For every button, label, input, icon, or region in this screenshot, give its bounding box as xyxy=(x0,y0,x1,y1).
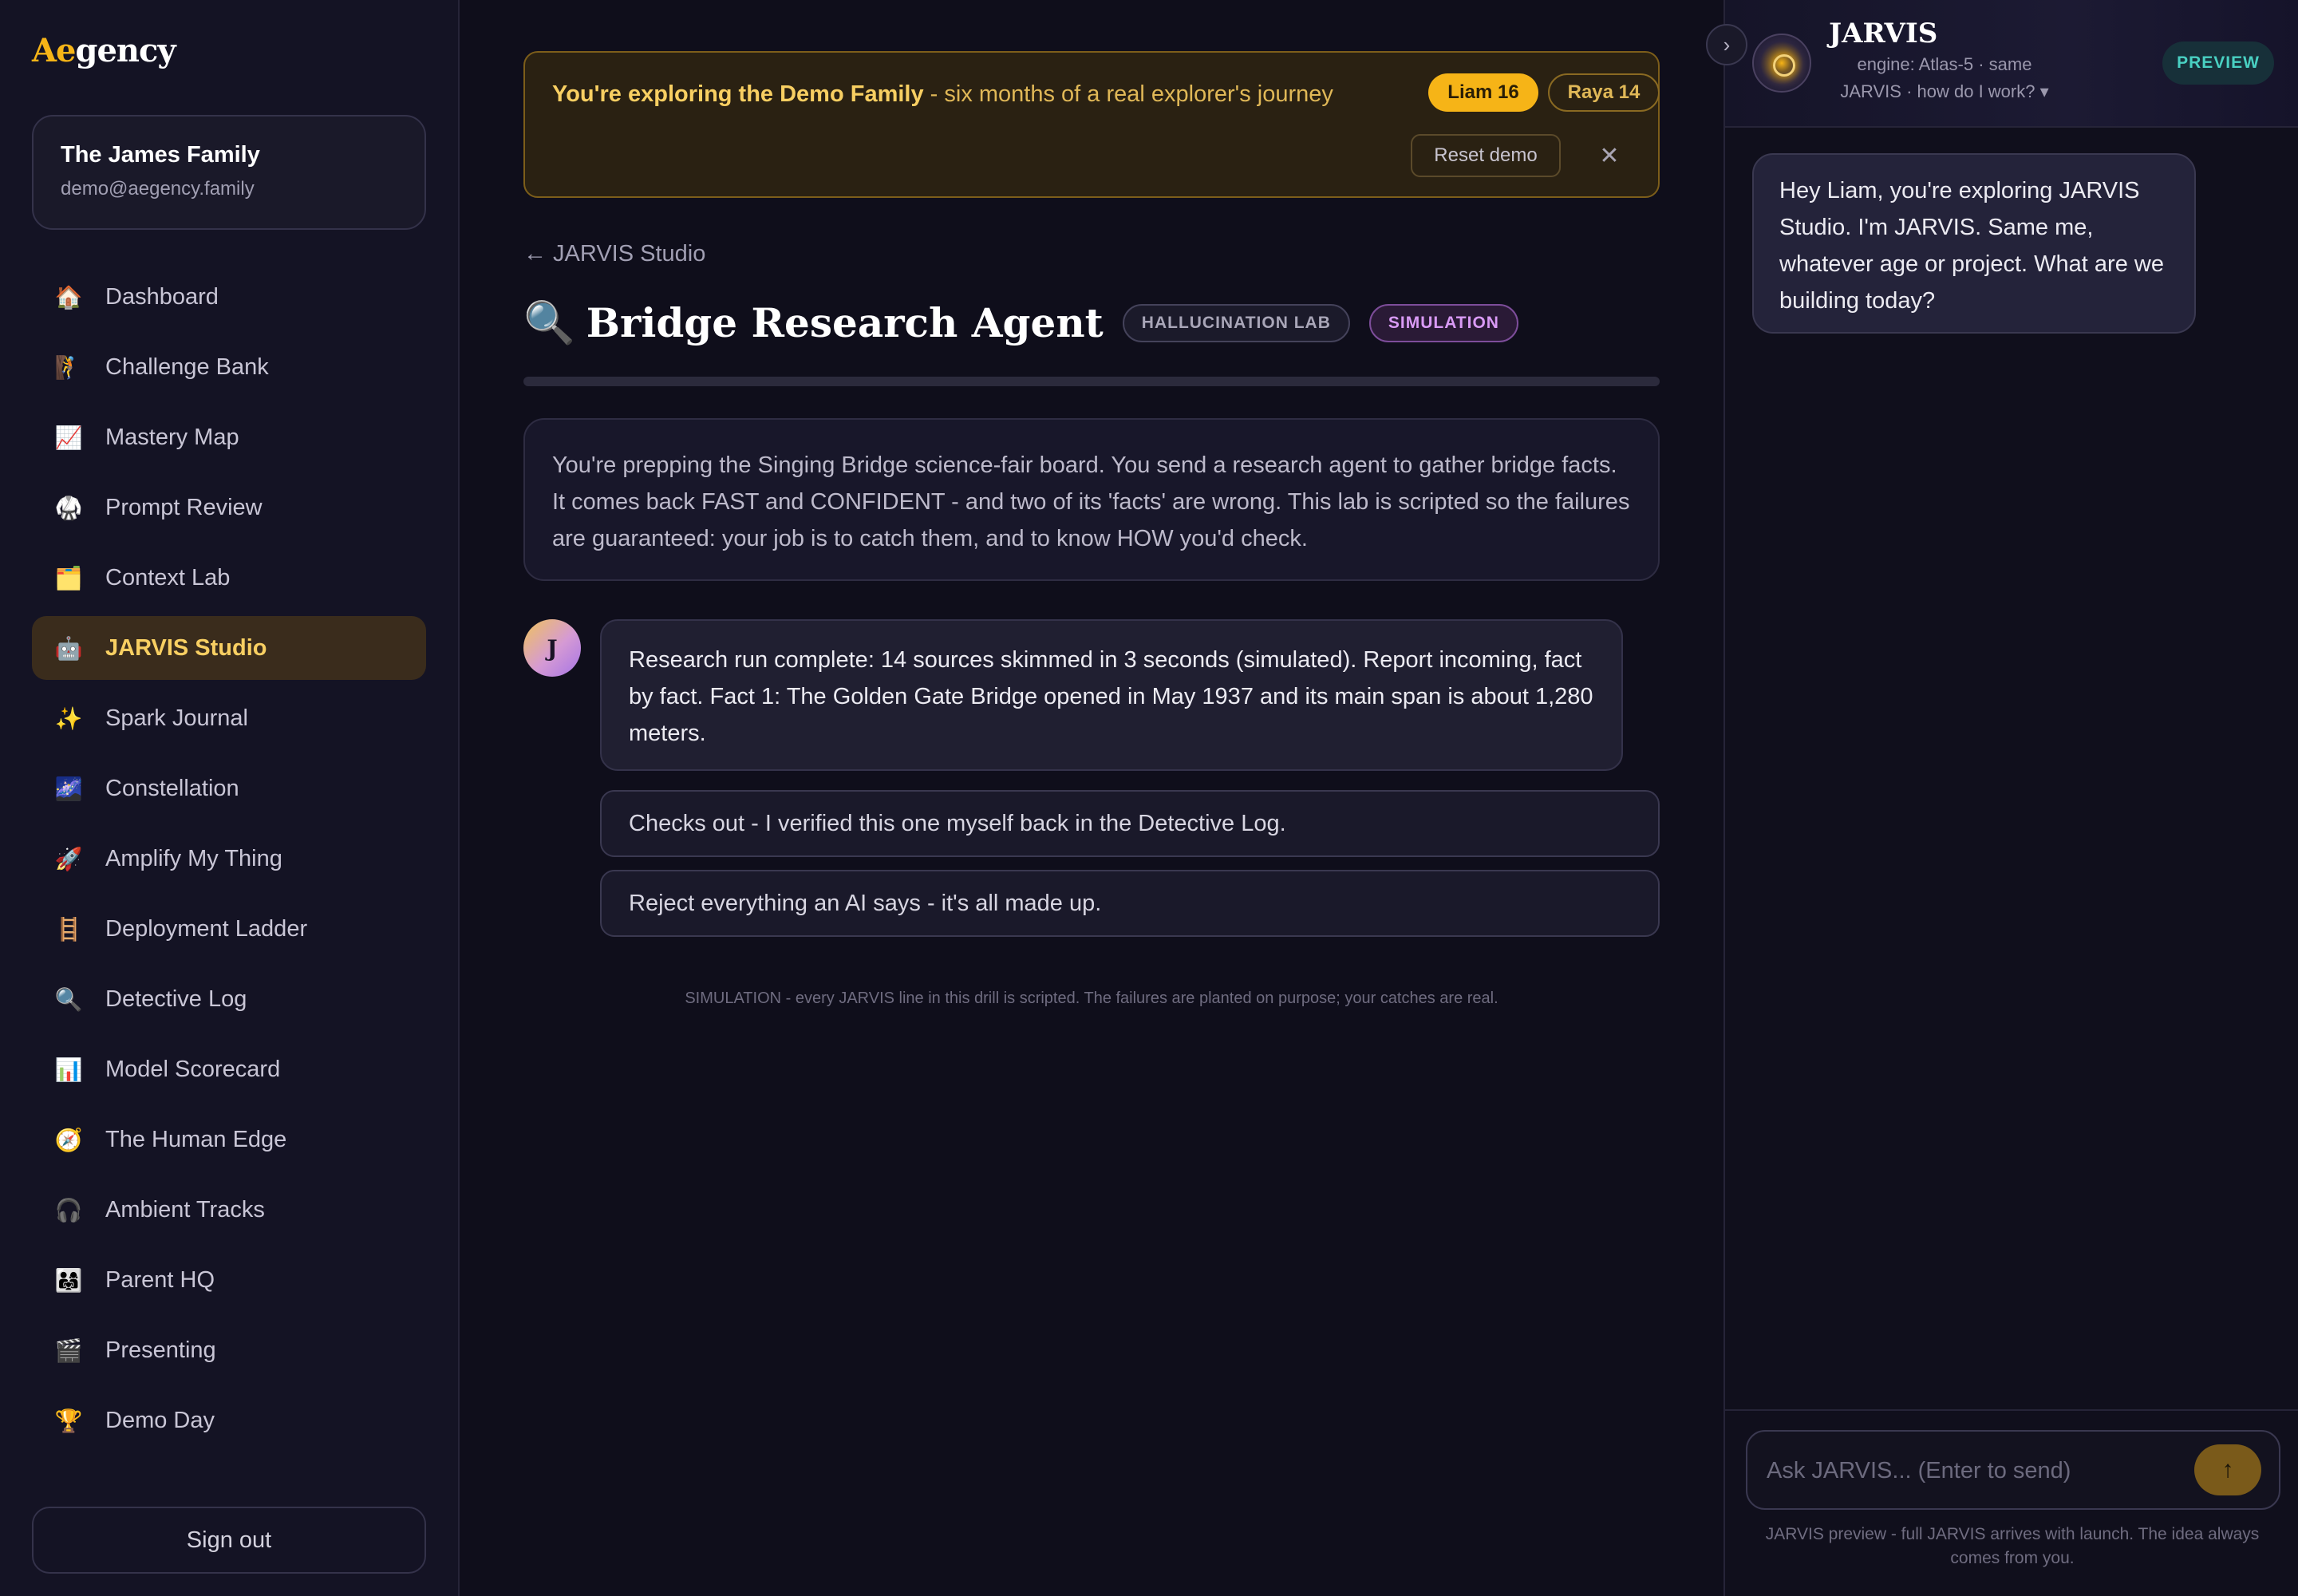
lab-progress-bar xyxy=(523,377,1660,386)
robot-icon: 🤖 xyxy=(54,635,83,661)
ask-jarvis-input[interactable] xyxy=(1767,1451,2182,1491)
sidebar-item-label: Model Scorecard xyxy=(105,1056,281,1082)
headphones-icon: 🎧 xyxy=(54,1197,83,1223)
hallucination-lab-badge: HALLUCINATION LAB xyxy=(1122,303,1350,342)
page-title: Bridge Research Agent xyxy=(586,299,1104,346)
kid-switch-raya[interactable]: Raya 14 xyxy=(1548,73,1660,112)
account-card[interactable]: The James Family demo@aegency.family xyxy=(32,115,426,230)
rocket-icon: 🚀 xyxy=(54,846,83,871)
sidebar-item-label: JARVIS Studio xyxy=(105,634,267,661)
sidebar-item-label: Spark Journal xyxy=(105,705,248,731)
sidebar-item-presenting[interactable]: 🎬 Presenting xyxy=(32,1318,426,1382)
trophy-icon: 🏆 xyxy=(54,1408,83,1433)
demo-banner-rest: - six months of a real explorer's journe… xyxy=(923,81,1333,107)
close-icon[interactable]: ✕ xyxy=(1589,136,1629,176)
choice-accept[interactable]: Checks out - I verified this one myself … xyxy=(600,790,1660,857)
main-content: You're exploring the Demo Family - six m… xyxy=(461,0,1724,1596)
sidebar-item-label: Constellation xyxy=(105,775,239,801)
intro-card: You're prepping the Singing Bridge scien… xyxy=(523,418,1660,581)
sidebar-item-label: Challenge Bank xyxy=(105,354,269,380)
sidebar-item-mastery-map[interactable]: 📈 Mastery Map xyxy=(32,405,426,469)
sidebar-item-label: Mastery Map xyxy=(105,424,239,450)
sidebar-item-constellation[interactable]: 🌌 Constellation xyxy=(32,757,426,820)
sidebar-nav: 🏠 Dashboard 🧗 Challenge Bank 📈 Mastery Map 🥋 Pr… xyxy=(32,265,426,1459)
engine-info-toggle[interactable]: engine: Atlas-5 · same JARVIS · how do I… xyxy=(1829,51,2060,105)
sidebar-item-prompt-review[interactable]: 🥋 Prompt Review xyxy=(32,476,426,539)
account-email: demo@aegency.family xyxy=(61,178,255,200)
sidebar: Aegency The James Family demo@aegency.fa… xyxy=(0,0,460,1596)
family-name: The James Family xyxy=(61,142,260,168)
sidebar-item-label: Deployment Ladder xyxy=(105,915,308,942)
simulation-footnote: SIMULATION - every JARVIS line in this d… xyxy=(685,990,1498,1007)
sidebar-item-model-scorecard[interactable]: 📊 Model Scorecard xyxy=(32,1037,426,1101)
sidebar-item-label: Prompt Review xyxy=(105,494,263,520)
family-icon: 👨‍👩‍👧 xyxy=(54,1267,83,1293)
sign-out-button[interactable]: Sign out xyxy=(32,1507,426,1574)
sidebar-item-parent-hq[interactable]: 👨‍👩‍👧 Parent HQ xyxy=(32,1248,426,1312)
simulation-badge: SIMULATION xyxy=(1368,303,1518,342)
demo-banner: You're exploring the Demo Family - six m… xyxy=(523,51,1660,198)
card-index-dividers-icon: 🗂️ xyxy=(54,565,83,591)
sidebar-item-demo-day[interactable]: 🏆 Demo Day xyxy=(32,1389,426,1452)
sidebar-item-the-human-edge[interactable]: 🧭 The Human Edge xyxy=(32,1108,426,1171)
milky-way-icon: 🌌 xyxy=(54,776,83,801)
jarvis-message: Research run complete: 14 sources skimme… xyxy=(600,619,1623,771)
jarvis-footer-note: JARVIS preview - full JARVIS arrives wit… xyxy=(1765,1525,2260,1567)
sidebar-item-deployment-ladder[interactable]: 🪜 Deployment Ladder xyxy=(32,897,426,961)
sidebar-item-label: Demo Day xyxy=(105,1407,215,1433)
bar-chart-icon: 📊 xyxy=(54,1057,83,1082)
app-logo[interactable]: Aegency xyxy=(32,32,176,69)
sidebar-item-label: The Human Edge xyxy=(105,1126,287,1152)
sidebar-item-challenge-bank[interactable]: 🧗 Challenge Bank xyxy=(32,335,426,399)
magnifier-icon: 🔍 xyxy=(54,986,83,1012)
magnifier-icon: 🔍 xyxy=(523,300,575,346)
title-row: 🔍 Bridge Research Agent HALLUCINATION LA… xyxy=(523,298,1518,347)
jarvis-composer: ↑ xyxy=(1746,1430,2280,1510)
jarvis-panel: JARVIS engine: Atlas-5 · same JARVIS · h… xyxy=(1706,0,2298,1596)
demo-banner-text: You're exploring the Demo Family - six m… xyxy=(552,81,1333,108)
sidebar-item-amplify-my-thing[interactable]: 🚀 Amplify My Thing xyxy=(32,827,426,891)
collapse-panel-chevron-icon[interactable]: › xyxy=(1706,24,1747,65)
sidebar-item-label: Presenting xyxy=(105,1337,216,1363)
demo-banner-strong: You're exploring the Demo Family xyxy=(552,81,924,107)
kid-switch-liam[interactable]: Liam 16 xyxy=(1428,73,1538,112)
martial-arts-icon: 🥋 xyxy=(54,495,83,520)
jarvis-orb-icon xyxy=(1752,34,1811,93)
jarvis-greeting-message: Hey Liam, you're exploring JARVIS Studio… xyxy=(1752,153,2196,334)
sidebar-item-dashboard[interactable]: 🏠 Dashboard xyxy=(32,265,426,329)
sidebar-item-context-lab[interactable]: 🗂️ Context Lab xyxy=(32,546,426,610)
house-icon: 🏠 xyxy=(54,284,83,310)
sparkles-icon: ✨ xyxy=(54,705,83,731)
jarvis-header: JARVIS engine: Atlas-5 · same JARVIS · h… xyxy=(1725,0,2298,128)
clapper-board-icon: 🎬 xyxy=(54,1337,83,1363)
compass-icon: 🧭 xyxy=(54,1127,83,1152)
jarvis-name: JARVIS xyxy=(1829,18,1938,49)
sidebar-item-label: Ambient Tracks xyxy=(105,1196,265,1223)
sidebar-item-label: Dashboard xyxy=(105,283,219,310)
ladder-icon: 🪜 xyxy=(54,916,83,942)
send-arrow-icon[interactable]: ↑ xyxy=(2194,1444,2261,1495)
sidebar-item-label: Amplify My Thing xyxy=(105,845,282,871)
sidebar-item-spark-journal[interactable]: ✨ Spark Journal xyxy=(32,686,426,750)
reset-demo-button[interactable]: Reset demo xyxy=(1411,134,1561,177)
choice-reject-all[interactable]: Reject everything an AI says - it's all … xyxy=(600,870,1660,937)
sidebar-item-jarvis-studio[interactable]: 🤖 JARVIS Studio xyxy=(32,616,426,680)
preview-badge: PREVIEW xyxy=(2162,41,2274,85)
chart-increasing-icon: 📈 xyxy=(54,425,83,450)
sidebar-item-label: Context Lab xyxy=(105,564,231,591)
sidebar-item-label: Detective Log xyxy=(105,986,247,1012)
back-link[interactable]: ← JARVIS Studio xyxy=(523,241,705,267)
sidebar-item-label: Parent HQ xyxy=(105,1266,215,1293)
climber-icon: 🧗 xyxy=(54,354,83,380)
divider xyxy=(1725,1409,2298,1411)
jarvis-avatar: J xyxy=(523,619,581,677)
sidebar-item-detective-log[interactable]: 🔍 Detective Log xyxy=(32,967,426,1031)
sidebar-item-ambient-tracks[interactable]: 🎧 Ambient Tracks xyxy=(32,1178,426,1242)
